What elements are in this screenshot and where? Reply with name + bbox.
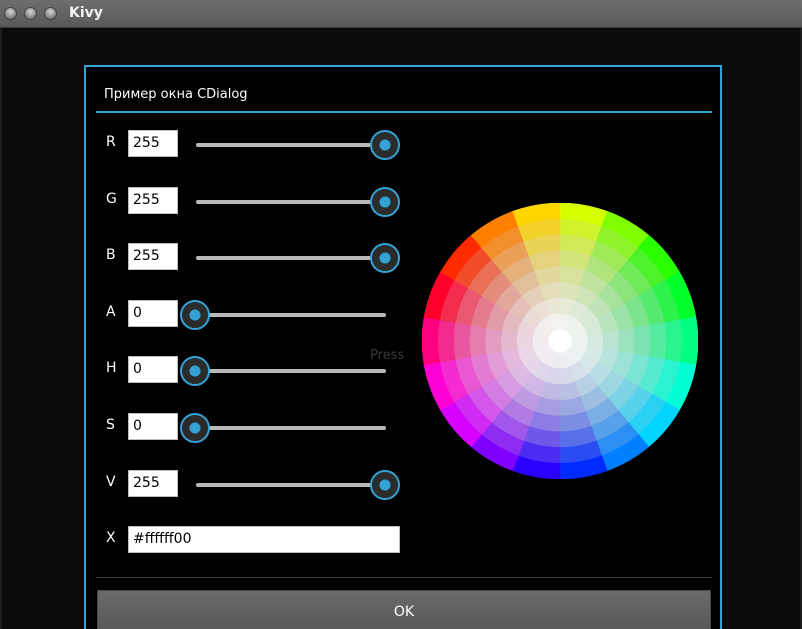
title-separator bbox=[96, 111, 712, 113]
v-slider-thumb[interactable] bbox=[370, 470, 400, 500]
v-input[interactable]: 255 bbox=[128, 470, 178, 497]
a-slider-thumb[interactable] bbox=[180, 300, 210, 330]
a-slider-track[interactable] bbox=[196, 313, 386, 317]
s-input[interactable]: 0 bbox=[128, 413, 178, 440]
color-wheel-segment[interactable] bbox=[664, 319, 683, 363]
color-wheel-segment[interactable] bbox=[633, 324, 652, 358]
color-picker-dialog: Пример окна CDialog R 255 G 255 B 255 A … bbox=[84, 65, 722, 629]
label-g: G bbox=[106, 191, 117, 207]
color-wheel-segment[interactable] bbox=[649, 322, 667, 360]
label-a: A bbox=[106, 304, 116, 320]
color-wheel-graphic[interactable] bbox=[422, 203, 698, 479]
color-wheel-segment[interactable] bbox=[680, 316, 698, 366]
maximize-icon[interactable] bbox=[44, 7, 57, 20]
g-slider-track[interactable] bbox=[196, 200, 386, 204]
close-icon[interactable] bbox=[4, 7, 17, 20]
r-slider-thumb[interactable] bbox=[370, 130, 400, 160]
label-v: V bbox=[106, 474, 116, 490]
color-wheel-segment[interactable] bbox=[500, 330, 518, 352]
color-wheel-segment[interactable] bbox=[468, 324, 487, 358]
color-wheel-center[interactable] bbox=[548, 329, 572, 353]
app-area: Пример окна CDialog R 255 G 255 B 255 A … bbox=[0, 28, 802, 629]
color-wheel-segment[interactable] bbox=[437, 319, 456, 363]
s-slider-track[interactable] bbox=[196, 426, 386, 430]
dialog-title: Пример окна CDialog bbox=[104, 87, 248, 102]
label-s: S bbox=[106, 417, 115, 433]
s-slider-thumb[interactable] bbox=[180, 413, 210, 443]
color-wheel-segment[interactable] bbox=[484, 327, 502, 355]
color-wheel-segment[interactable] bbox=[618, 327, 636, 355]
minimize-icon[interactable] bbox=[24, 7, 37, 20]
r-input[interactable]: 255 bbox=[128, 130, 178, 157]
label-b: B bbox=[106, 247, 116, 263]
hex-input[interactable]: #ffffff00 bbox=[128, 526, 400, 553]
a-input[interactable]: 0 bbox=[128, 300, 178, 327]
label-h: H bbox=[106, 360, 117, 376]
r-slider-track[interactable] bbox=[196, 143, 386, 147]
ghost-hint-text: Press bbox=[370, 348, 405, 363]
v-slider-track[interactable] bbox=[196, 483, 386, 487]
label-r: R bbox=[106, 134, 116, 150]
ok-button[interactable]: OK bbox=[97, 590, 711, 629]
color-wheel-segment[interactable] bbox=[422, 316, 440, 366]
color-wheel[interactable] bbox=[422, 203, 698, 479]
window-title: Kivy bbox=[69, 5, 103, 21]
b-input[interactable]: 255 bbox=[128, 243, 178, 270]
g-input[interactable]: 255 bbox=[128, 187, 178, 214]
window-titlebar: Kivy bbox=[0, 0, 802, 28]
h-input[interactable]: 0 bbox=[128, 356, 178, 383]
h-slider-track[interactable] bbox=[196, 369, 386, 373]
g-slider-thumb[interactable] bbox=[370, 187, 400, 217]
color-wheel-segment[interactable] bbox=[602, 330, 620, 352]
b-slider-thumb[interactable] bbox=[370, 243, 400, 273]
h-slider-thumb[interactable] bbox=[180, 356, 210, 386]
b-slider-track[interactable] bbox=[196, 256, 386, 260]
bottom-separator bbox=[96, 577, 712, 578]
label-x: X bbox=[106, 530, 116, 546]
color-wheel-segment[interactable] bbox=[453, 322, 471, 360]
